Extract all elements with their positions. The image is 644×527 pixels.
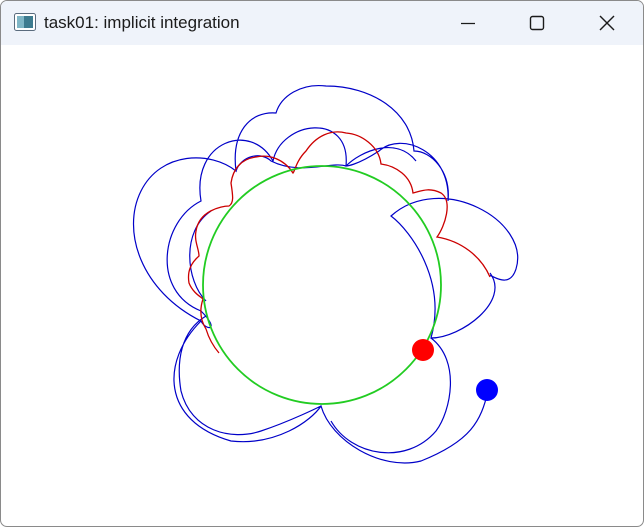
app-window: task01: implicit integration bbox=[0, 0, 644, 527]
blue-trajectory bbox=[133, 84, 519, 464]
window-title: task01: implicit integration bbox=[44, 13, 240, 32]
blue-ball bbox=[476, 379, 498, 401]
red-ball bbox=[412, 339, 434, 361]
constraint-circle bbox=[202, 165, 442, 405]
maximize-icon bbox=[529, 15, 545, 31]
close-button[interactable] bbox=[575, 1, 639, 45]
minimize-icon bbox=[461, 22, 475, 25]
simulation-canvas bbox=[133, 84, 519, 464]
title-bar[interactable]: task01: implicit integration bbox=[1, 1, 643, 45]
minimize-button[interactable] bbox=[436, 1, 500, 45]
maximize-button[interactable] bbox=[505, 1, 569, 45]
close-icon bbox=[599, 15, 615, 31]
app-window-icon bbox=[14, 13, 36, 31]
